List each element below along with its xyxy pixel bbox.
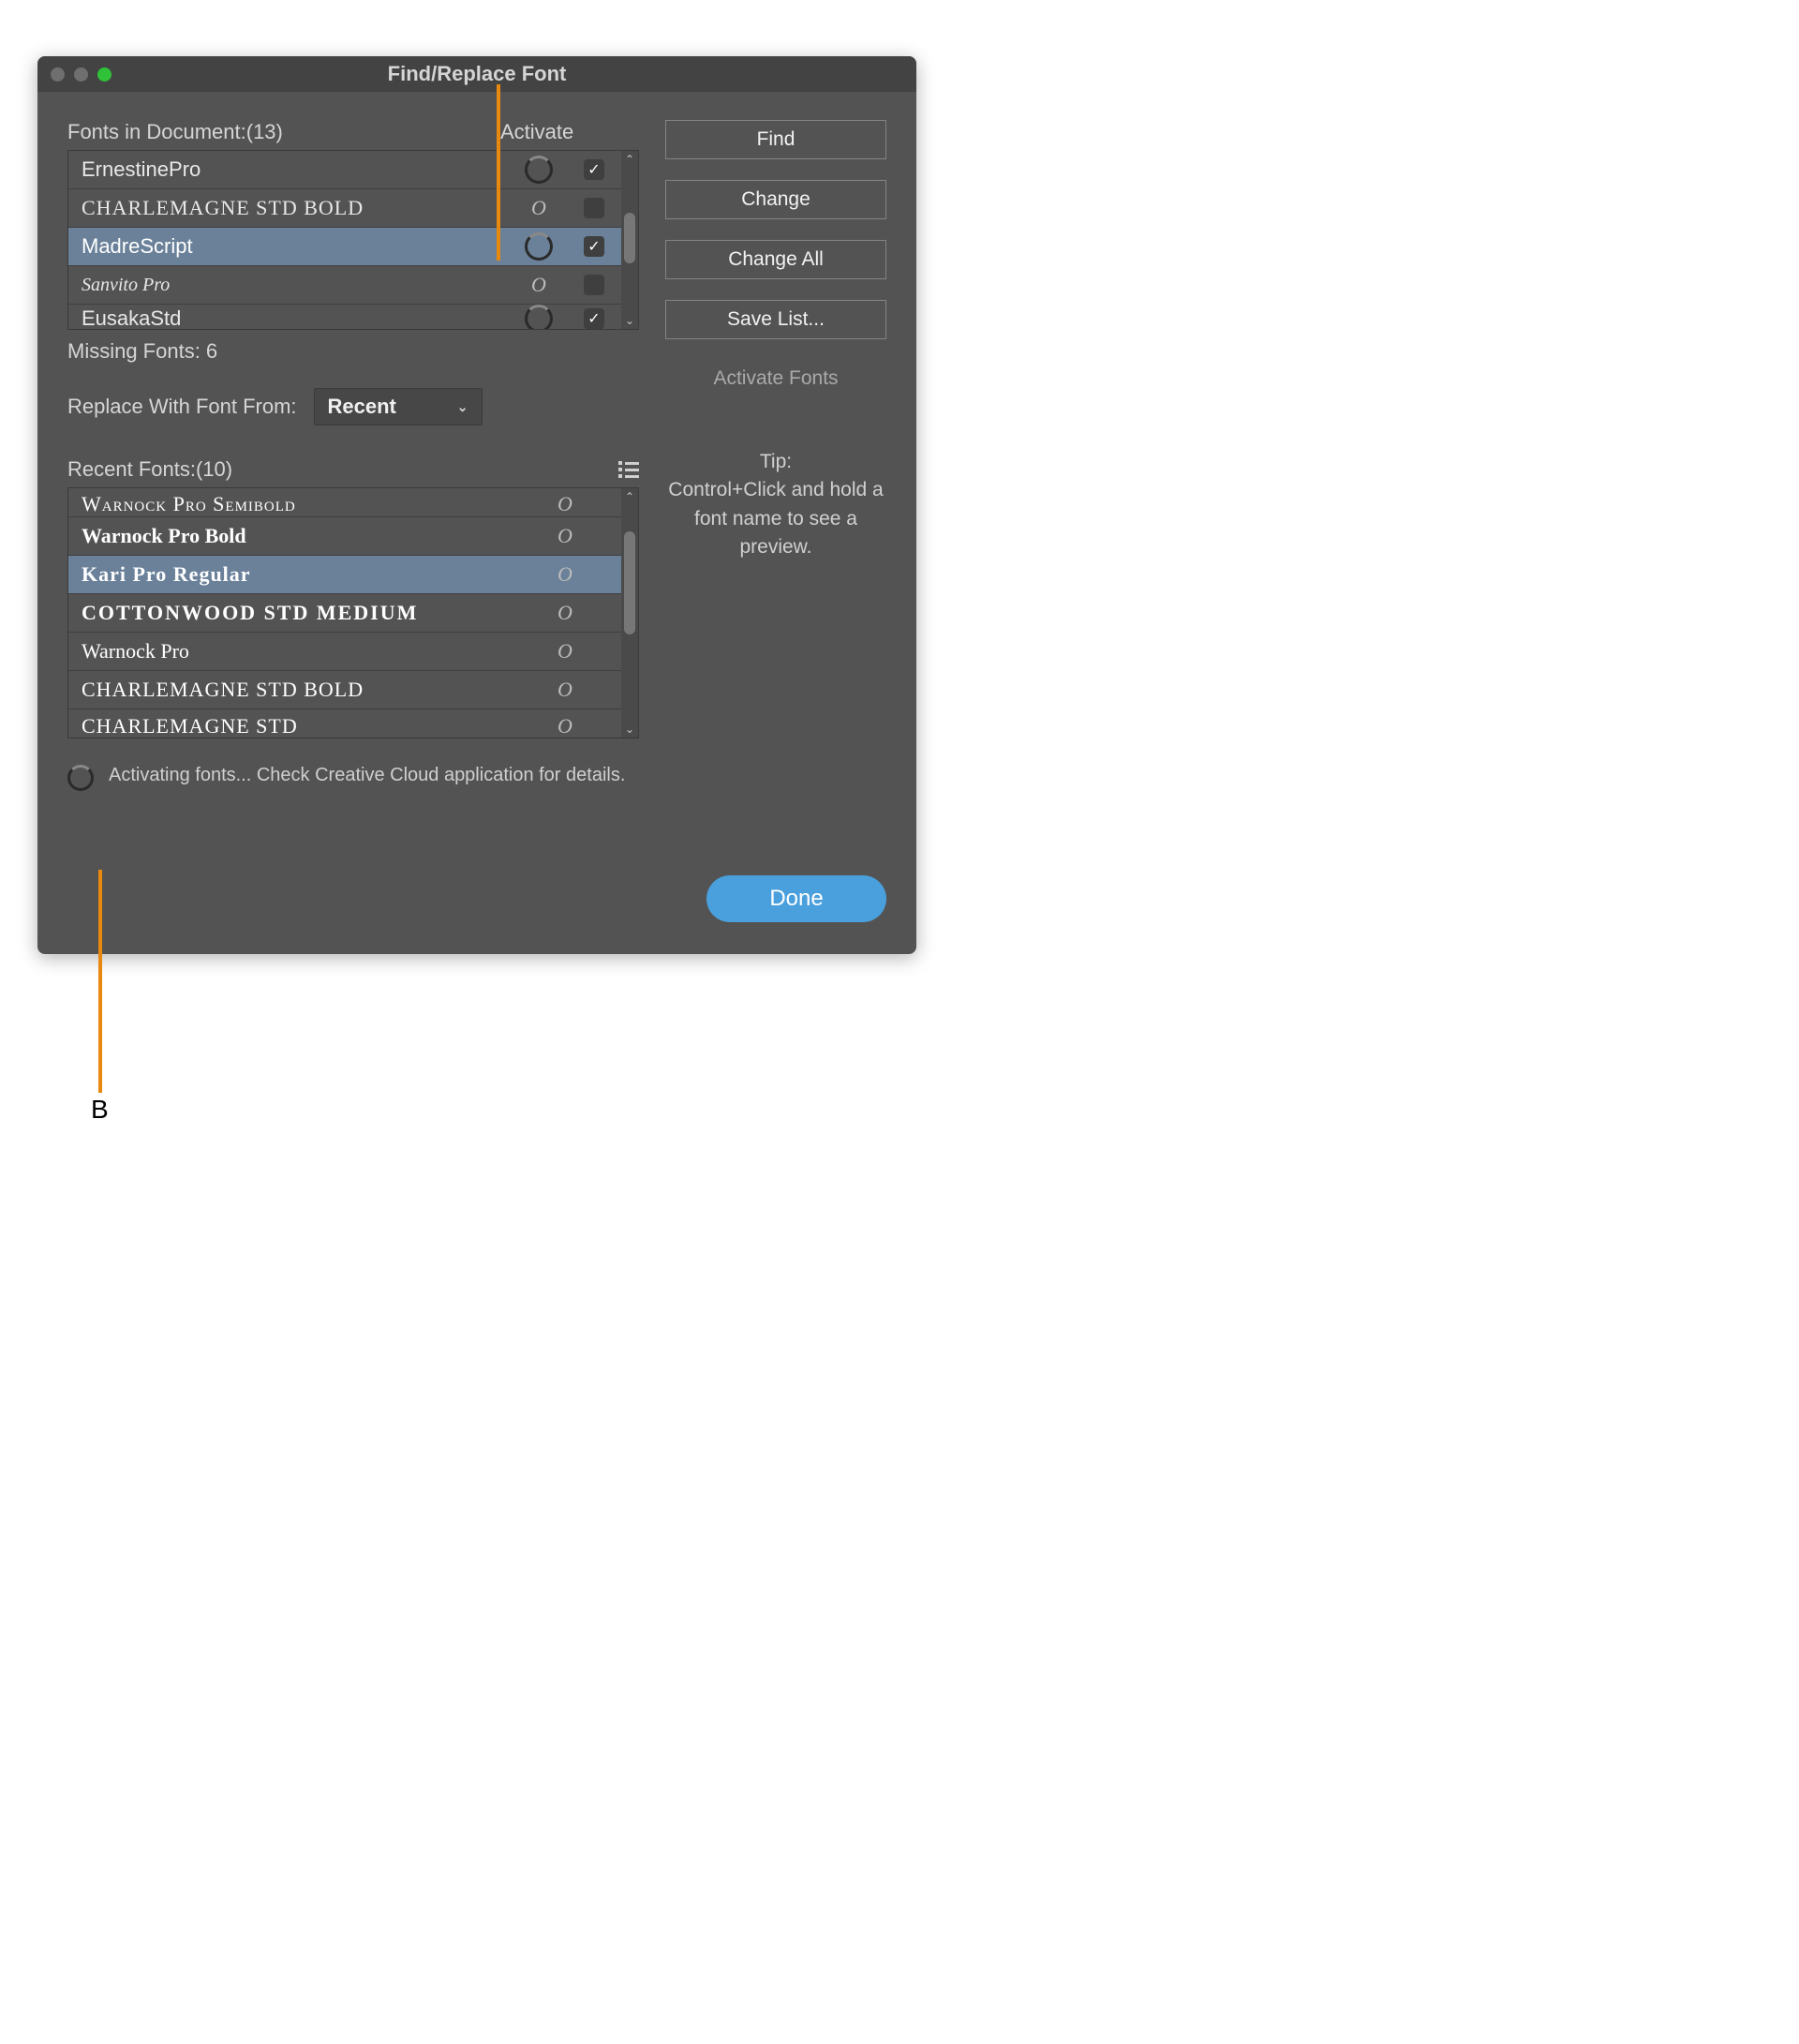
- font-name: Warnock Pro Semibold: [68, 492, 509, 516]
- activate-column-label: Activate: [500, 120, 639, 144]
- activate-checkbox[interactable]: [584, 198, 604, 218]
- replace-source-select[interactable]: Recent ⌄: [314, 388, 483, 425]
- activate-fonts-button: Activate Fonts: [665, 360, 886, 397]
- font-name: CHARLEMAGNE STD BOLD: [68, 196, 511, 220]
- missing-fonts-label: Missing Fonts: 6: [67, 339, 639, 364]
- fonts-in-document-label: Fonts in Document:(13): [67, 120, 500, 144]
- tip-body: Control+Click and hold a font name to se…: [668, 479, 883, 558]
- spinner-icon: [67, 765, 94, 791]
- document-font-row[interactable]: CHARLEMAGNE STD BOLD O: [68, 189, 638, 228]
- activate-checkbox[interactable]: [584, 275, 604, 295]
- opentype-icon: O: [558, 562, 572, 587]
- zoom-icon[interactable]: [97, 67, 112, 82]
- change-button[interactable]: Change: [665, 180, 886, 219]
- spinner-icon: [525, 232, 553, 261]
- dialog-window: Find/Replace Font Fonts in Document:(13)…: [37, 56, 916, 954]
- recent-font-row[interactable]: CHARLEMAGNE STD O: [68, 709, 638, 739]
- font-name: Kari Pro Regular: [68, 562, 509, 587]
- document-font-row[interactable]: EusakaStd: [68, 305, 638, 330]
- window-controls: [51, 67, 112, 82]
- activate-checkbox[interactable]: [584, 308, 604, 329]
- recent-font-row[interactable]: Warnock Pro O: [68, 633, 638, 671]
- font-name: Sanvito Pro: [68, 275, 511, 296]
- font-name: COTTONWOOD STD MEDIUM: [68, 601, 509, 625]
- scroll-up-icon[interactable]: ⌃: [625, 151, 634, 168]
- find-button[interactable]: Find: [665, 120, 886, 159]
- done-button[interactable]: Done: [706, 875, 886, 922]
- recent-font-row[interactable]: COTTONWOOD STD MEDIUM O: [68, 594, 638, 633]
- opentype-icon: O: [558, 639, 572, 664]
- scrollbar[interactable]: ⌃ ⌄: [621, 488, 638, 738]
- font-name: CHARLEMAGNE STD: [68, 714, 509, 739]
- list-view-icon[interactable]: [618, 461, 639, 478]
- scroll-up-icon[interactable]: ⌃: [625, 488, 634, 505]
- opentype-icon: O: [531, 196, 546, 220]
- select-value: Recent: [328, 395, 396, 419]
- titlebar: Find/Replace Font: [37, 56, 916, 92]
- opentype-icon: O: [558, 714, 572, 739]
- tip-text: Tip: Control+Click and hold a font name …: [665, 448, 886, 562]
- chevron-down-icon: ⌄: [457, 399, 468, 415]
- activate-checkbox[interactable]: [584, 236, 604, 257]
- recent-font-row[interactable]: CHARLEMAGNE STD BOLD O: [68, 671, 638, 709]
- recent-font-row[interactable]: Kari Pro Regular O: [68, 556, 638, 594]
- opentype-icon: O: [531, 273, 546, 297]
- document-font-row[interactable]: MadreScript: [68, 228, 638, 266]
- font-name: Warnock Pro: [68, 639, 509, 664]
- callout-b-label: B: [91, 1095, 109, 1125]
- font-name: EusakaStd: [68, 306, 511, 330]
- spinner-icon: [525, 156, 553, 184]
- opentype-icon: O: [558, 601, 572, 625]
- document-font-row[interactable]: ErnestinePro: [68, 151, 638, 189]
- document-font-list[interactable]: ErnestinePro CHARLEMAGNE STD BOLD O MadreSc…: [67, 150, 639, 330]
- tip-title: Tip:: [665, 448, 886, 476]
- status-text: Activating fonts... Check Creative Cloud…: [109, 763, 625, 788]
- minimize-icon[interactable]: [74, 67, 88, 82]
- scroll-thumb[interactable]: [624, 531, 635, 634]
- scroll-down-icon[interactable]: ⌄: [625, 721, 634, 738]
- change-all-button[interactable]: Change All: [665, 240, 886, 279]
- replace-with-label: Replace With Font From:: [67, 395, 297, 419]
- activate-checkbox[interactable]: [584, 159, 604, 180]
- opentype-icon: O: [558, 492, 572, 516]
- recent-fonts-label: Recent Fonts:(10): [67, 457, 232, 482]
- recent-font-row[interactable]: Warnock Pro Semibold O: [68, 488, 638, 517]
- save-list-button[interactable]: Save List...: [665, 300, 886, 339]
- window-title: Find/Replace Font: [37, 62, 916, 86]
- recent-font-list[interactable]: Warnock Pro SemiboldOWarnock Pro BoldOKa…: [67, 487, 639, 739]
- scroll-thumb[interactable]: [624, 213, 635, 263]
- opentype-icon: O: [558, 524, 572, 548]
- callout-b-line: [98, 870, 102, 1093]
- font-name: MadreScript: [68, 234, 511, 259]
- spinner-icon: [525, 305, 553, 330]
- callout-a-line: [497, 84, 500, 261]
- font-name: Warnock Pro Bold: [68, 524, 509, 548]
- document-font-row[interactable]: Sanvito Pro O: [68, 266, 638, 305]
- opentype-icon: O: [558, 678, 572, 702]
- scrollbar[interactable]: ⌃ ⌄: [621, 151, 638, 329]
- font-name: CHARLEMAGNE STD BOLD: [68, 678, 509, 702]
- close-icon[interactable]: [51, 67, 65, 82]
- font-name: ErnestinePro: [68, 157, 511, 182]
- recent-font-row[interactable]: Warnock Pro Bold O: [68, 517, 638, 556]
- scroll-down-icon[interactable]: ⌄: [625, 312, 634, 329]
